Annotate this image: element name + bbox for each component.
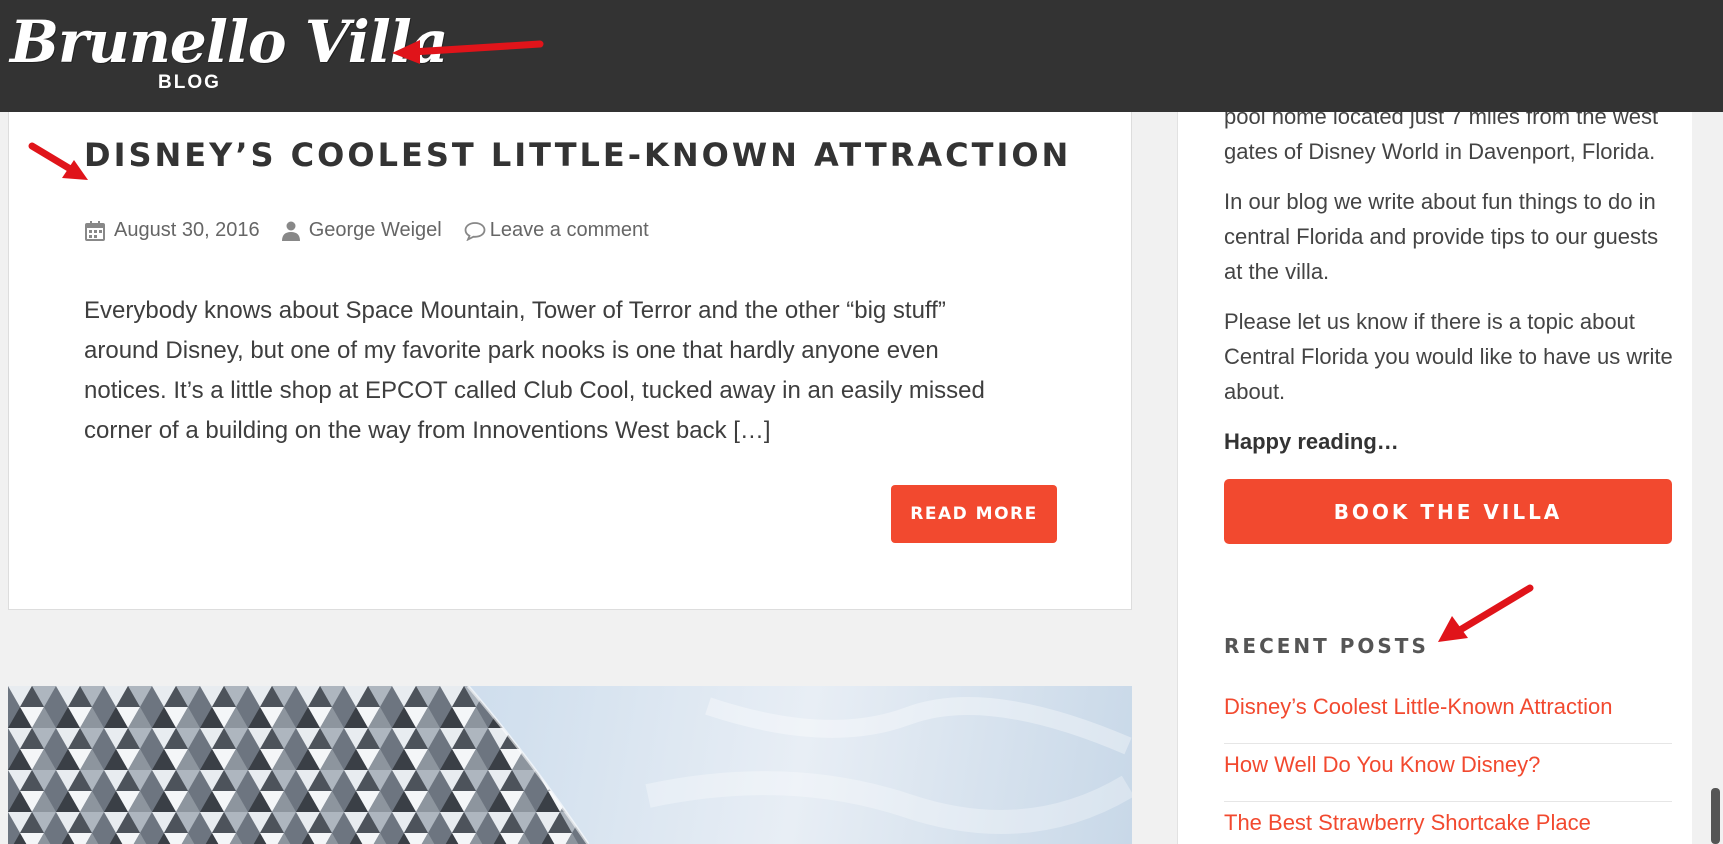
site-logo[interactable]: Brunello Villa BLOG: [10, 8, 448, 98]
about-paragraph-3: Please let us know if there is a topic a…: [1224, 309, 1673, 404]
read-more-button[interactable]: READ MORE: [891, 485, 1057, 543]
recent-post-link[interactable]: Disney’s Coolest Little-Known Attraction: [1224, 686, 1672, 744]
post-date[interactable]: August 30, 2016: [114, 219, 260, 242]
site-header: Brunello Villa BLOG: [0, 0, 1723, 112]
logo-subtitle: BLOG: [158, 72, 221, 93]
page-scrollbar[interactable]: [1708, 0, 1723, 844]
epcot-sphere-image: [8, 686, 1132, 844]
about-paragraph-2: In our blog we write about fun things to…: [1224, 189, 1659, 284]
recent-post-link[interactable]: The Best Strawberry Shortcake Place: [1224, 802, 1672, 844]
post-date-item: August 30, 2016: [85, 219, 260, 242]
post-title[interactable]: DISNEY’S COOLEST LITTLE-KNOWN ATTRACTION: [84, 136, 1071, 174]
post-featured-image[interactable]: [8, 686, 1132, 844]
recent-post-link[interactable]: How Well Do You Know Disney?: [1224, 744, 1672, 802]
post-author[interactable]: George Weigel: [309, 219, 442, 242]
post-author-item: George Weigel: [281, 219, 442, 242]
book-villa-button[interactable]: BOOK THE VILLA: [1224, 479, 1672, 544]
leave-comment-link[interactable]: Leave a comment: [490, 219, 649, 242]
happy-reading-text: Happy reading…: [1224, 429, 1399, 454]
post-card: DISNEY’S COOLEST LITTLE-KNOWN ATTRACTION…: [8, 60, 1132, 610]
post-meta: August 30, 2016 George Weigel Leave a co…: [85, 219, 671, 242]
calendar-icon: [85, 220, 105, 241]
comment-icon: [464, 221, 486, 241]
post-excerpt: Everybody knows about Space Mountain, To…: [84, 297, 985, 444]
recent-posts-list: Disney’s Coolest Little-Known Attraction…: [1224, 686, 1672, 844]
sidebar: pool home located just 7 miles from the …: [1177, 0, 1692, 844]
post-comment-item: Leave a comment: [464, 219, 649, 242]
logo-script-text: Brunello Villa: [10, 8, 448, 76]
user-icon: [281, 221, 300, 241]
scrollbar-thumb[interactable]: [1711, 788, 1720, 844]
recent-posts-heading: RECENT POSTS: [1224, 634, 1429, 658]
